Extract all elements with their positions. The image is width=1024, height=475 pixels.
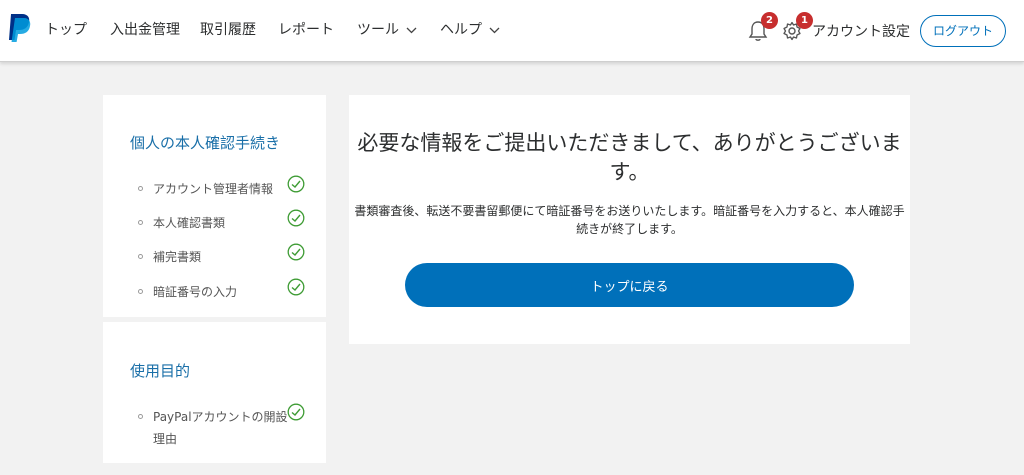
step-label: 本人確認書類 xyxy=(153,216,226,230)
nav-top-label: トップ xyxy=(45,22,87,38)
paypal-logo[interactable] xyxy=(7,13,31,43)
nav-transaction-history[interactable]: 取引履歴 xyxy=(200,19,256,39)
step-item: 本人確認書類 xyxy=(138,209,318,234)
step-label: PayPalアカウントの開設理由 xyxy=(153,410,288,446)
verification-steps-panel: 個人の本人確認手続き アカウント管理者情報 本人確認書類 補完書類 暗証番号の入… xyxy=(103,95,326,317)
verification-title: 個人の本人確認手続き xyxy=(130,134,281,152)
bullet-icon xyxy=(138,186,143,191)
nav-top[interactable]: トップ xyxy=(45,19,87,39)
nav-transaction-history-label: 取引履歴 xyxy=(200,22,256,38)
purpose-title: 使用目的 xyxy=(130,362,191,380)
check-circle-icon xyxy=(287,278,305,296)
chevron-down-icon xyxy=(406,27,417,33)
page-title: 必要な情報をご提出いただきまして、ありがとうございます。 xyxy=(357,131,902,184)
account-settings-link[interactable]: アカウント設定 xyxy=(812,21,910,41)
nav-reports[interactable]: レポート xyxy=(278,19,334,39)
step-item: PayPalアカウントの開設理由 xyxy=(138,403,318,446)
step-item: 暗証番号の入力 xyxy=(138,278,318,303)
top-navigation-bar: トップ 入出金管理 取引履歴 レポート ツール ヘルプ 2 1 アカウント設定 … xyxy=(0,0,1024,62)
check-circle-icon xyxy=(287,403,305,421)
nav-money-management[interactable]: 入出金管理 xyxy=(110,19,180,39)
nav-help-label: ヘルプ xyxy=(440,22,482,38)
logout-button[interactable]: ログアウト xyxy=(920,15,1006,47)
notification-count-badge: 2 xyxy=(761,12,778,29)
bullet-icon xyxy=(138,414,143,419)
nav-tools[interactable]: ツール xyxy=(357,19,417,39)
confirmation-panel: 必要な情報をご提出いただきまして、ありがとうございます。 書類審査後、転送不要書… xyxy=(349,95,910,344)
confirmation-description: 書類審査後、転送不要書留郵便にて暗証番号をお送りいたします。暗証番号を入力すると… xyxy=(354,204,905,236)
bullet-icon xyxy=(138,254,143,259)
purpose-panel: 使用目的 PayPalアカウントの開設理由 xyxy=(103,322,326,463)
step-label: アカウント管理者情報 xyxy=(153,182,274,196)
bullet-icon xyxy=(138,289,143,294)
nav-help[interactable]: ヘルプ xyxy=(440,19,500,39)
step-label: 暗証番号の入力 xyxy=(153,285,238,299)
chevron-down-icon xyxy=(489,27,500,33)
step-item: 補完書類 xyxy=(138,243,318,268)
nav-reports-label: レポート xyxy=(278,22,334,38)
step-label: 補完書類 xyxy=(153,250,202,264)
back-to-top-button[interactable]: トップに戻る xyxy=(405,263,854,307)
settings-count-badge: 1 xyxy=(796,12,813,29)
check-circle-icon xyxy=(287,243,305,261)
nav-money-management-label: 入出金管理 xyxy=(110,22,180,38)
step-item: アカウント管理者情報 xyxy=(138,175,318,200)
check-circle-icon xyxy=(287,175,305,193)
nav-tools-label: ツール xyxy=(357,22,399,38)
bullet-icon xyxy=(138,220,143,225)
check-circle-icon xyxy=(287,209,305,227)
